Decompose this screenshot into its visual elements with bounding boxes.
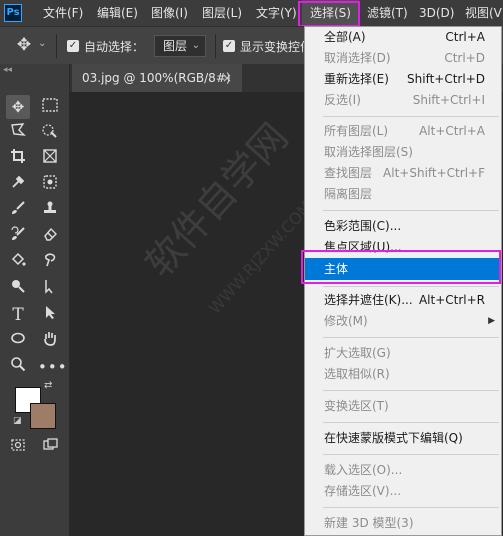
menu-item-deselect[interactable]: 取消选择(D) Ctrl+D — [305, 48, 501, 68]
chevron-down-icon[interactable]: ⌄ — [38, 38, 46, 49]
menu-type[interactable]: 文字(Y) — [256, 0, 297, 26]
eyedropper-tool-icon[interactable] — [6, 173, 30, 197]
menu-item-all-layers[interactable]: 所有图层(L) Alt+Ctrl+A — [305, 121, 501, 141]
menu-bar: Ps 文件(F) 编辑(E) 图像(I) 图层(L) 文字(Y) 选择(S) 滤… — [0, 0, 503, 26]
direct-selection-tool-icon[interactable] — [38, 303, 62, 327]
menu-item-reselect[interactable]: 重新选择(E) Shift+Ctrl+D — [305, 69, 501, 89]
auto-select-dropdown[interactable]: 图层 ⌄ — [154, 35, 206, 57]
menu-view[interactable]: 视图(V) — [465, 0, 503, 26]
menu-separator — [323, 210, 499, 211]
menu-item-deselect-layers[interactable]: 取消选择图层(S) — [305, 142, 501, 162]
default-colors-icon[interactable]: ◪ — [13, 416, 22, 426]
eraser-tool-icon[interactable] — [38, 225, 62, 249]
screen-mode-icon[interactable] — [38, 436, 62, 460]
history-brush-tool-icon[interactable] — [6, 225, 30, 249]
menu-separator — [323, 507, 499, 508]
menu-edit[interactable]: 编辑(E) — [97, 0, 138, 26]
quick-selection-tool-icon[interactable] — [38, 121, 62, 145]
document-tab-label: 03.jpg @ 100%(RGB/8#) — [82, 71, 231, 85]
menu-item-transform-selection[interactable]: 变换选区(T) — [305, 396, 501, 416]
smudge-tool-icon[interactable] — [38, 251, 62, 275]
show-transform-label: 显示变换控件 — [240, 40, 313, 54]
menu-item-focus-area[interactable]: 焦点区域(U)... — [305, 237, 501, 257]
menu-item-similar[interactable]: 选取相似(R) — [305, 364, 501, 384]
show-transform-checkbox[interactable]: ✓ — [223, 40, 235, 52]
crop-tool-icon[interactable] — [6, 147, 30, 171]
stamp-tool-icon[interactable] — [38, 199, 62, 223]
auto-select-label: 自动选择： — [84, 40, 145, 54]
swap-colors-icon[interactable]: ⇄ — [44, 380, 52, 391]
photoshop-logo: Ps — [4, 4, 22, 22]
ellipse-tool-icon[interactable] — [6, 329, 30, 353]
menu-separator — [323, 390, 499, 391]
select-menu-dropdown: 全部(A) Ctrl+A 取消选择(D) Ctrl+D 重新选择(E) Shif… — [304, 26, 502, 536]
menu-separator — [323, 337, 499, 338]
dodge-tool-icon[interactable] — [6, 277, 30, 301]
menu-3d[interactable]: 3D(D) — [419, 0, 454, 26]
menu-item-modify[interactable]: 修改(M) ▶ — [305, 311, 501, 331]
brush-tool-icon[interactable] — [6, 199, 30, 223]
submenu-arrow-icon: ▶ — [488, 316, 495, 326]
menu-item-inverse[interactable]: 反选(I) Shift+Ctrl+I — [305, 90, 501, 110]
chevron-down-icon: ⌄ — [191, 40, 200, 51]
separator — [215, 34, 216, 58]
menu-separator — [323, 422, 499, 423]
menu-separator — [323, 116, 499, 117]
background-color-swatch[interactable] — [30, 403, 56, 429]
type-tool-icon[interactable]: T — [6, 303, 30, 327]
document-tab[interactable]: 03.jpg @ 100%(RGB/8#) × — [72, 64, 242, 92]
menu-item-isolate-layers[interactable]: 隔离图层 — [305, 184, 501, 204]
menu-item-save-selection[interactable]: 存储选区(V)... — [305, 481, 501, 501]
marquee-tool-icon[interactable] — [38, 95, 62, 119]
menu-filter[interactable]: 滤镜(T) — [367, 0, 408, 26]
collapse-panel-icon[interactable]: ◂◂ — [3, 65, 12, 75]
menu-item-select-and-mask[interactable]: 选择并遮住(K)... Alt+Ctrl+R — [305, 290, 501, 310]
path-selection-tool-icon[interactable] — [38, 277, 62, 301]
menu-item-find-layers[interactable]: 查找图层 Alt+Shift+Ctrl+F — [305, 163, 501, 183]
move-icon[interactable]: ✥ — [12, 33, 36, 57]
menu-item-color-range[interactable]: 色彩范围(C)... — [305, 216, 501, 236]
menu-select[interactable]: 选择(S) — [302, 0, 359, 26]
menu-separator — [323, 286, 499, 287]
menu-separator — [323, 454, 499, 455]
menu-item-grow[interactable]: 扩大选取(G) — [305, 343, 501, 363]
menu-item-new-3d-model[interactable]: 新建 3D 模型(3) — [305, 513, 501, 533]
tools-panel: ◂◂ ✥ T ••• ◪ ⇄ — [0, 64, 70, 536]
auto-select-checkbox[interactable]: ✓ — [67, 40, 79, 52]
auto-select-value: 图层 — [163, 39, 188, 53]
hand-tool-icon[interactable] — [38, 329, 62, 353]
move-tool-icon[interactable]: ✥ — [6, 95, 30, 119]
menu-item-all[interactable]: 全部(A) Ctrl+A — [305, 27, 501, 47]
menu-item-load-selection[interactable]: 载入选区(O)... — [305, 460, 501, 480]
menu-item-subject[interactable]: 主体 — [305, 258, 501, 280]
more-tools-icon[interactable]: ••• — [38, 355, 67, 379]
spot-healing-tool-icon[interactable] — [38, 173, 62, 197]
menu-file[interactable]: 文件(F) — [43, 0, 83, 26]
menu-image[interactable]: 图像(I) — [151, 0, 188, 26]
menu-layer[interactable]: 图层(L) — [202, 0, 242, 26]
separator — [56, 34, 57, 58]
paint-bucket-tool-icon[interactable] — [6, 251, 30, 275]
quick-mask-icon[interactable] — [6, 436, 30, 460]
menu-item-quick-mask[interactable]: 在快速蒙版模式下编辑(Q) — [305, 428, 501, 448]
zoom-tool-icon[interactable] — [6, 355, 30, 379]
lasso-tool-icon[interactable] — [6, 121, 30, 145]
close-icon[interactable]: × — [222, 64, 232, 92]
frame-tool-icon[interactable] — [38, 147, 62, 171]
